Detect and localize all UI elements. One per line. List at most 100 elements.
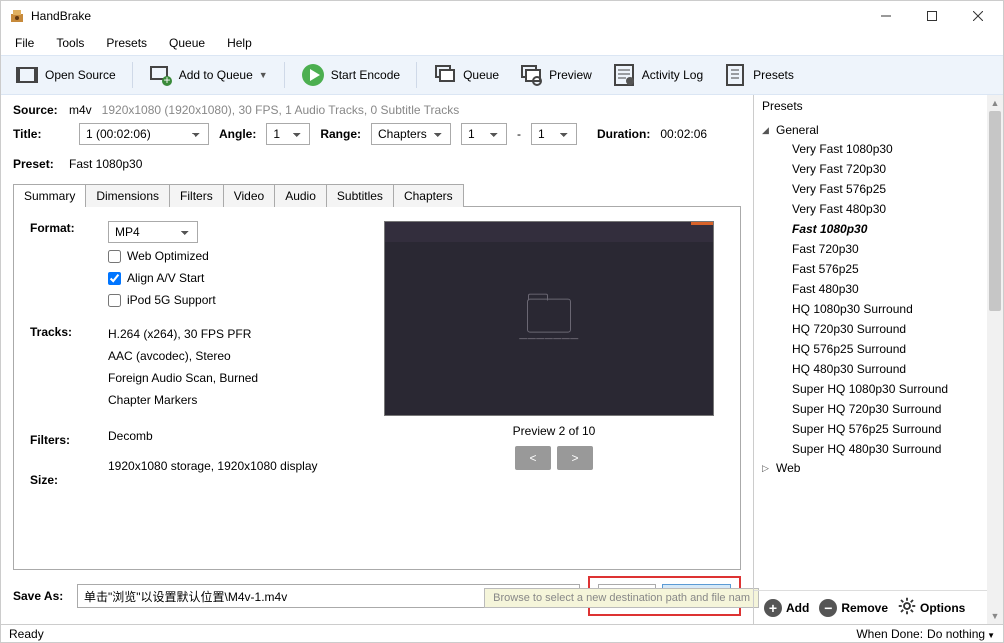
format-label: Format: [30, 221, 94, 299]
preset-item[interactable]: Very Fast 720p30 [762, 159, 995, 179]
preview-prev-button[interactable]: < [515, 446, 551, 470]
source-row: Source: m4v 1920x1080 (1920x1080), 30 FP… [13, 103, 741, 117]
preview-next-button[interactable]: > [557, 446, 593, 470]
plus-icon: + [764, 599, 782, 617]
preset-item[interactable]: Very Fast 480p30 [762, 199, 995, 219]
preset-item[interactable]: Very Fast 1080p30 [762, 139, 995, 159]
window-title: HandBrake [31, 9, 863, 23]
preset-item-selected[interactable]: Fast 1080p30 [762, 219, 995, 239]
track-line: Foreign Audio Scan, Burned [108, 371, 360, 385]
size-value: 1920x1080 storage, 1920x1080 display [108, 459, 360, 473]
tab-filters[interactable]: Filters [169, 184, 224, 207]
ipod-checkbox[interactable]: iPod 5G Support [108, 293, 360, 307]
toolbar: Open Source + Add to Queue ▼ Start Encod… [1, 55, 1003, 95]
browse-tooltip: Browse to select a new destination path … [484, 588, 759, 608]
preset-item[interactable]: HQ 576p25 Surround [762, 339, 995, 359]
toolbar-separator [416, 62, 417, 88]
scroll-up-icon[interactable]: ▲ [987, 95, 1003, 111]
preset-item[interactable]: Fast 720p30 [762, 239, 995, 259]
preset-item[interactable]: Fast 480p30 [762, 279, 995, 299]
title-select[interactable]: 1 (00:02:06) [79, 123, 209, 145]
start-encode-label: Start Encode [331, 68, 400, 82]
maximize-button[interactable] [909, 1, 955, 31]
size-label: Size: [30, 473, 94, 487]
tab-summary[interactable]: Summary [13, 184, 86, 207]
open-source-button[interactable]: Open Source [7, 59, 124, 91]
angle-label: Angle: [219, 127, 256, 141]
preview-caption: Preview 2 of 10 [384, 424, 724, 438]
format-select[interactable]: MP4 [108, 221, 198, 243]
tab-video[interactable]: Video [223, 184, 275, 207]
presets-button[interactable]: Presets [715, 59, 802, 91]
collapse-icon: ◢ [762, 125, 772, 136]
source-label: Source: [13, 103, 69, 117]
close-button[interactable] [955, 1, 1001, 31]
presets-panel: Presets ◢General Very Fast 1080p30 Very … [753, 95, 1003, 624]
preset-item[interactable]: Fast 576p25 [762, 259, 995, 279]
align-av-checkbox[interactable]: Align A/V Start [108, 271, 360, 285]
scroll-thumb[interactable] [989, 111, 1001, 311]
duration-label: Duration: [597, 127, 650, 141]
play-icon [301, 63, 325, 87]
scroll-down-icon[interactable]: ▼ [987, 608, 1003, 624]
toolbar-separator [132, 62, 133, 88]
menu-help[interactable]: Help [217, 34, 262, 52]
preset-tree[interactable]: ◢General Very Fast 1080p30 Very Fast 720… [754, 117, 1003, 590]
menu-tools[interactable]: Tools [46, 34, 94, 52]
tracks-label: Tracks: [30, 325, 94, 407]
preset-item[interactable]: Super HQ 576p25 Surround [762, 419, 995, 439]
angle-select[interactable]: 1 [266, 123, 310, 145]
range-from-select[interactable]: 1 [461, 123, 507, 145]
queue-icon [433, 63, 457, 87]
toolbar-separator [284, 62, 285, 88]
preset-item[interactable]: Super HQ 720p30 Surround [762, 399, 995, 419]
menu-presets[interactable]: Presets [96, 34, 157, 52]
tab-audio[interactable]: Audio [274, 184, 327, 207]
preview-label: Preview [549, 68, 592, 82]
filters-value: Decomb [108, 429, 360, 443]
preset-add-button[interactable]: +Add [764, 599, 809, 617]
preset-item[interactable]: Super HQ 480p30 Surround [762, 439, 995, 459]
presets-icon [723, 63, 747, 87]
preset-remove-button[interactable]: −Remove [819, 599, 888, 617]
preset-item[interactable]: Very Fast 576p25 [762, 179, 995, 199]
presets-scrollbar[interactable]: ▲ ▼ [987, 95, 1003, 624]
preset-item[interactable]: Super HQ 1080p30 Surround [762, 379, 995, 399]
track-line: H.264 (x264), 30 FPS PFR [108, 327, 360, 341]
menu-file[interactable]: File [5, 34, 44, 52]
range-label: Range: [320, 127, 361, 141]
open-source-label: Open Source [45, 68, 116, 82]
preset-item[interactable]: HQ 1080p30 Surround [762, 299, 995, 319]
tab-bar: Summary Dimensions Filters Video Audio S… [13, 183, 741, 207]
preset-item[interactable]: HQ 720p30 Surround [762, 319, 995, 339]
tab-chapters[interactable]: Chapters [393, 184, 464, 207]
start-encode-button[interactable]: Start Encode [293, 59, 408, 91]
preset-group-web[interactable]: ▷Web [762, 461, 995, 475]
minimize-button[interactable] [863, 1, 909, 31]
range-mode-select[interactable]: Chapters [371, 123, 451, 145]
source-info: 1920x1080 (1920x1080), 30 FPS, 1 Audio T… [102, 103, 460, 117]
queue-button[interactable]: Queue [425, 59, 507, 91]
preset-item[interactable]: HQ 480p30 Surround [762, 359, 995, 379]
tab-content: Format: Tracks: Filters: Size: MP4 Web O… [13, 207, 741, 570]
preview-button[interactable]: Preview [511, 59, 600, 91]
add-to-queue-button[interactable]: + Add to Queue ▼ [141, 59, 276, 91]
menu-queue[interactable]: Queue [159, 34, 215, 52]
tab-subtitles[interactable]: Subtitles [326, 184, 394, 207]
filters-label: Filters: [30, 433, 94, 447]
preset-value: Fast 1080p30 [69, 157, 142, 171]
minus-icon: − [819, 599, 837, 617]
range-dash: - [517, 127, 521, 141]
folder-icon [527, 298, 571, 332]
tab-dimensions[interactable]: Dimensions [85, 184, 170, 207]
preset-options-button[interactable]: Options [898, 597, 965, 618]
preset-group-general[interactable]: ◢General [762, 123, 995, 137]
range-to-select[interactable]: 1 [531, 123, 577, 145]
menu-bar: File Tools Presets Queue Help [1, 31, 1003, 55]
title-bar: HandBrake [1, 1, 1003, 31]
activity-log-button[interactable]: Activity Log [604, 59, 711, 91]
preview-icon [519, 63, 543, 87]
web-optimized-checkbox[interactable]: Web Optimized [108, 249, 360, 263]
expand-icon: ▷ [762, 463, 772, 474]
when-done-select[interactable]: Do nothing▼ [927, 627, 995, 641]
